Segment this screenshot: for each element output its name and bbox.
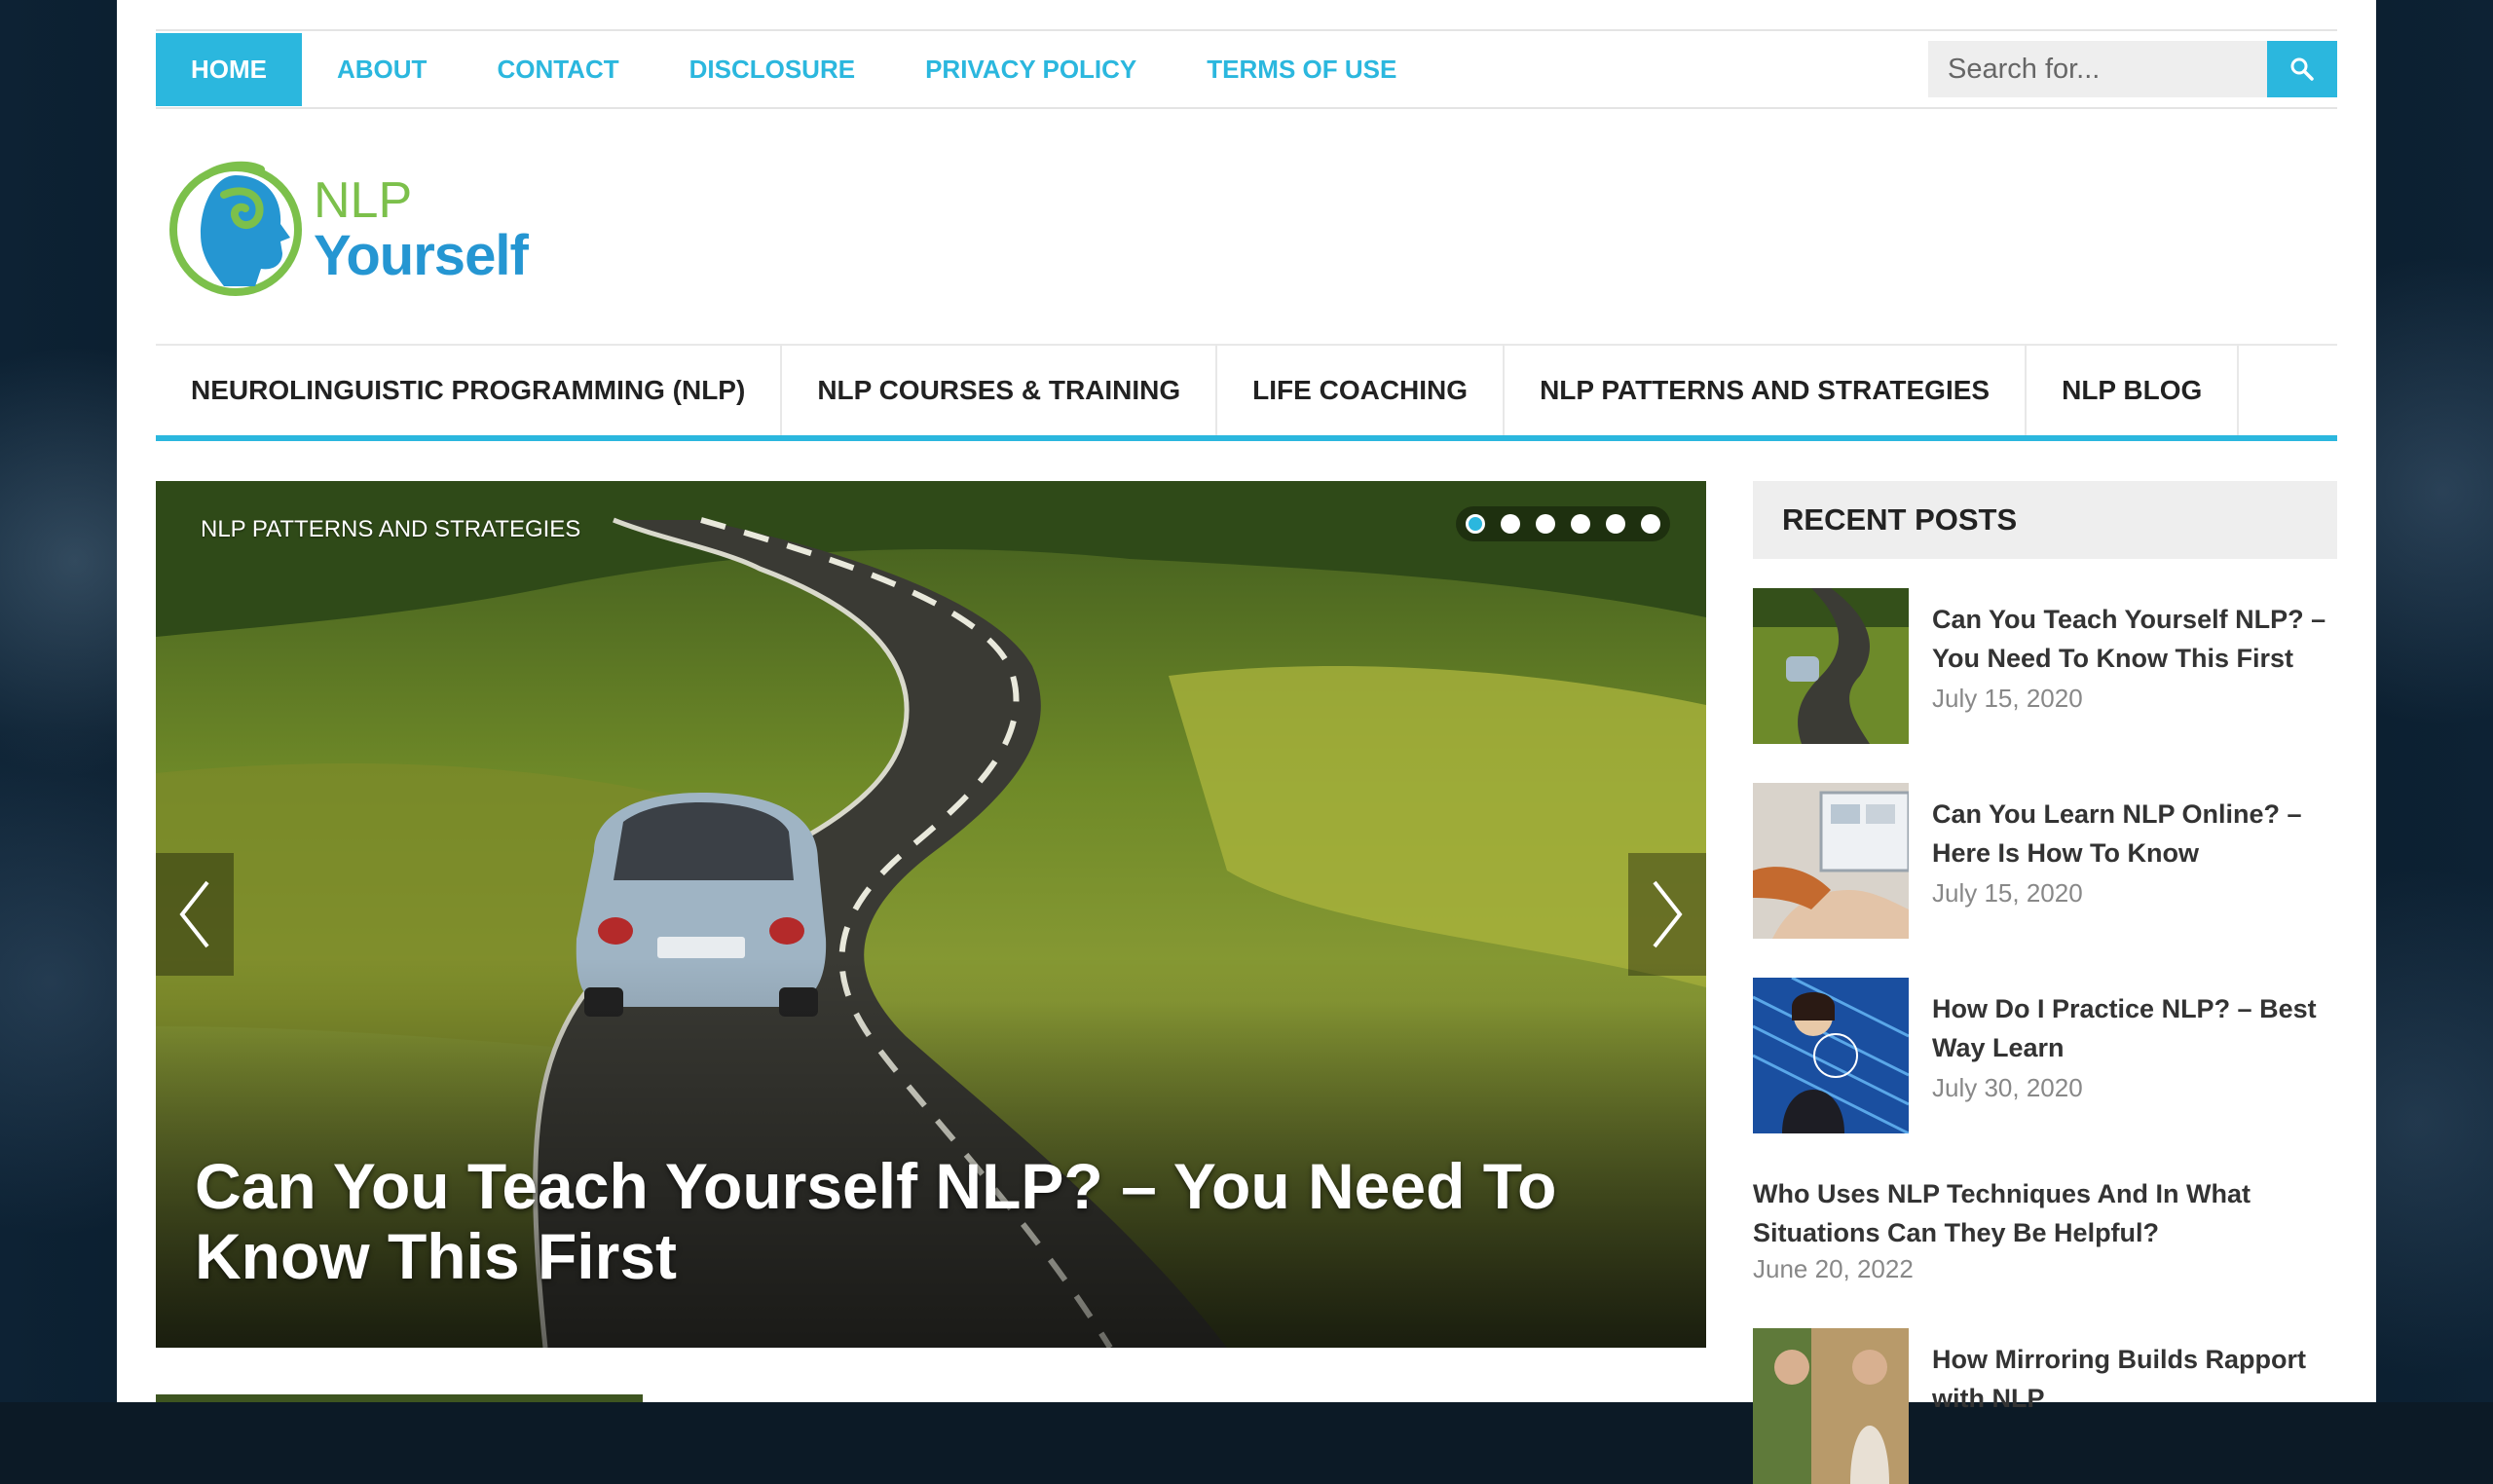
page-container: HOME ABOUT CONTACT DISCLOSURE PRIVACY PO… xyxy=(117,0,2376,1484)
slider-next-button[interactable] xyxy=(1628,853,1706,976)
top-nav-home[interactable]: HOME xyxy=(156,33,302,106)
recent-post-thumbnail[interactable] xyxy=(1753,1328,1909,1484)
skills-thumb xyxy=(1753,978,1909,1133)
slider-dot-1[interactable] xyxy=(1466,514,1485,534)
recent-post-date: July 15, 2020 xyxy=(1932,878,2083,908)
top-nav-terms-of-use[interactable]: TERMS OF USE xyxy=(1172,33,1432,106)
main-nav-nlp-blog[interactable]: NLP BLOG xyxy=(2027,346,2240,435)
recent-post-date: July 30, 2020 xyxy=(1932,1073,2083,1102)
search-button[interactable] xyxy=(2267,41,2337,97)
main-nav-neurolinguistic-programming[interactable]: NEUROLINGUISTIC PROGRAMMING (NLP) xyxy=(156,346,783,435)
site-logo[interactable]: NLP Yourself xyxy=(167,156,557,302)
slide-title[interactable]: Can You Teach Yourself NLP? – You Need T… xyxy=(195,1151,1656,1291)
top-nav-disclosure[interactable]: DISCLOSURE xyxy=(654,33,890,106)
slider-dot-5[interactable] xyxy=(1606,514,1625,534)
main-nav-nlp-patterns-strategies[interactable]: NLP PATTERNS AND STRATEGIES xyxy=(1505,346,2028,435)
main-nav: NEUROLINGUISTIC PROGRAMMING (NLP) NLP CO… xyxy=(156,344,2337,441)
slider-dot-6[interactable] xyxy=(1641,514,1660,534)
main-nav-nlp-courses-training[interactable]: NLP COURSES & TRAINING xyxy=(782,346,1218,435)
chevron-right-icon xyxy=(1653,880,1683,948)
recent-post-title[interactable]: How Do I Practice NLP? – Best Way Learn xyxy=(1932,989,2337,1067)
top-nav-privacy-policy[interactable]: PRIVACY POLICY xyxy=(890,33,1172,106)
search-form xyxy=(1928,41,2337,97)
recent-post-thumbnail[interactable] xyxy=(1753,783,1909,939)
top-bar: HOME ABOUT CONTACT DISCLOSURE PRIVACY PO… xyxy=(156,29,2337,109)
laptop-thumb xyxy=(1753,783,1909,939)
search-icon xyxy=(2290,57,2314,81)
main-nav-life-coaching[interactable]: LIFE COACHING xyxy=(1217,346,1506,435)
head-logo-icon xyxy=(169,161,302,296)
top-nav-about[interactable]: ABOUT xyxy=(302,33,462,106)
search-input[interactable] xyxy=(1928,41,2267,97)
mirroring-thumb xyxy=(1753,1328,1909,1484)
slider-dot-3[interactable] xyxy=(1536,514,1555,534)
recent-post-date: June 20, 2022 xyxy=(1753,1254,1914,1283)
slider-dot-4[interactable] xyxy=(1571,514,1590,534)
logo-text-yourself: Yourself xyxy=(314,224,529,287)
recent-post-title[interactable]: Can You Learn NLP Online? – Here Is How … xyxy=(1932,795,2337,872)
slider-prev-button[interactable] xyxy=(156,853,234,976)
top-nav: HOME ABOUT CONTACT DISCLOSURE PRIVACY PO… xyxy=(156,33,1432,106)
top-nav-contact[interactable]: CONTACT xyxy=(462,33,653,106)
next-post-thumbnail-edge xyxy=(156,1394,643,1402)
recent-post-title[interactable]: Who Uses NLP Techniques And In What Situ… xyxy=(1753,1174,2337,1252)
recent-post-thumbnail[interactable] xyxy=(1753,588,1909,744)
featured-slider[interactable]: NLP PATTERNS AND STRATEGIES Can You Teac… xyxy=(156,481,1706,1348)
logo-text-nlp: NLP xyxy=(314,172,413,229)
recent-post-title[interactable]: Can You Teach Yourself NLP? – You Need T… xyxy=(1932,600,2337,678)
recent-post-date: July 15, 2020 xyxy=(1932,684,2083,713)
recent-post-thumbnail[interactable] xyxy=(1753,978,1909,1133)
sidebar: RECENT POSTS Can You Teach Yourself NLP?… xyxy=(1753,481,2337,1484)
slide-category[interactable]: NLP PATTERNS AND STRATEGIES xyxy=(201,516,580,543)
recent-posts-title: RECENT POSTS xyxy=(1753,481,2337,559)
slider-dot-2[interactable] xyxy=(1501,514,1520,534)
road-thumb xyxy=(1753,588,1909,744)
slider-pagination xyxy=(1456,506,1670,541)
chevron-left-icon xyxy=(179,880,209,948)
recent-post-title[interactable]: How Mirroring Builds Rapport with NLP xyxy=(1932,1340,2337,1418)
